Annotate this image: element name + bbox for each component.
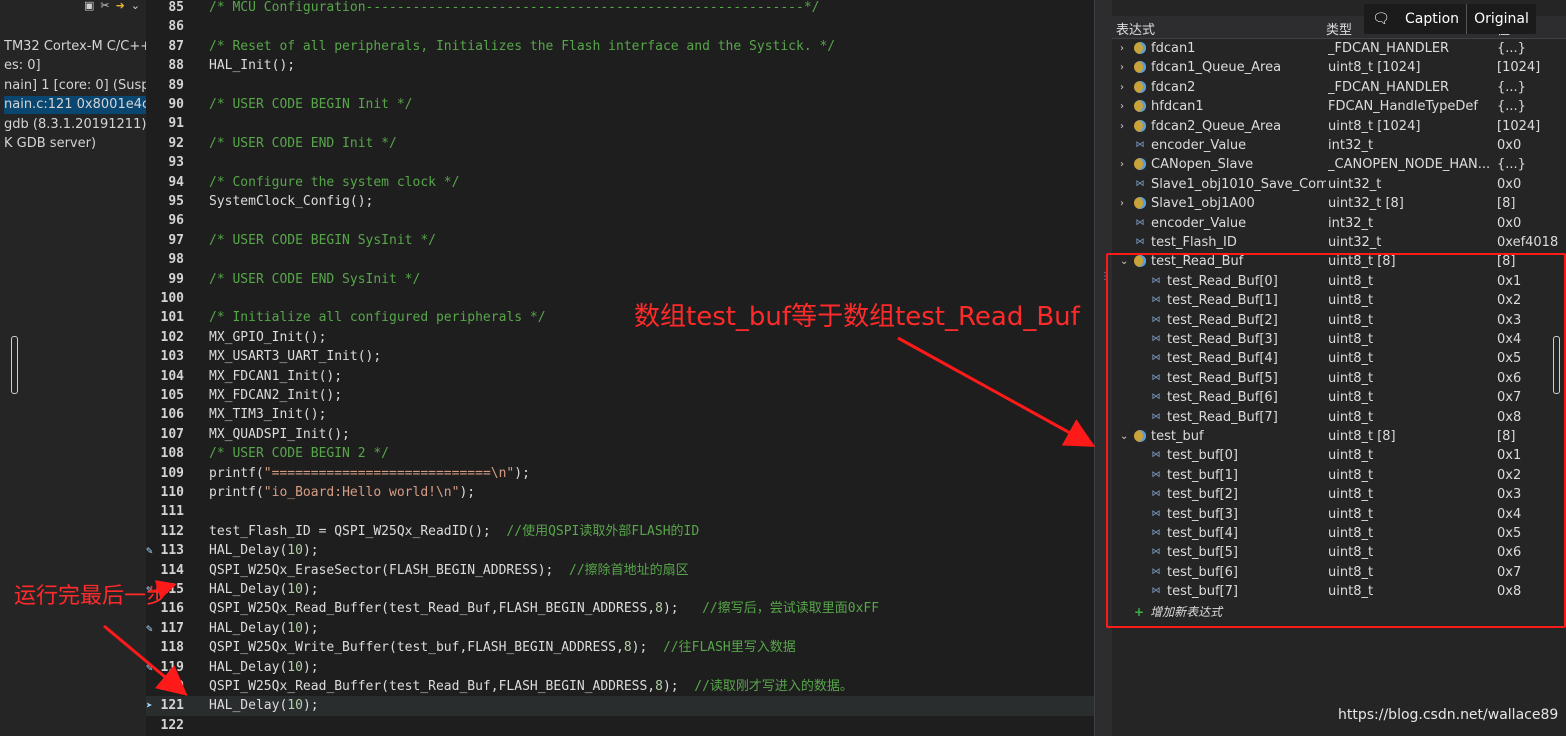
arrow-step-short xyxy=(149,580,177,600)
arrow-to-line xyxy=(103,624,188,696)
annotation-arrows xyxy=(103,336,1096,696)
arrow-to-watch xyxy=(897,336,1096,447)
watermark-url: https://blog.csdn.net/wallace89 xyxy=(1338,707,1559,723)
